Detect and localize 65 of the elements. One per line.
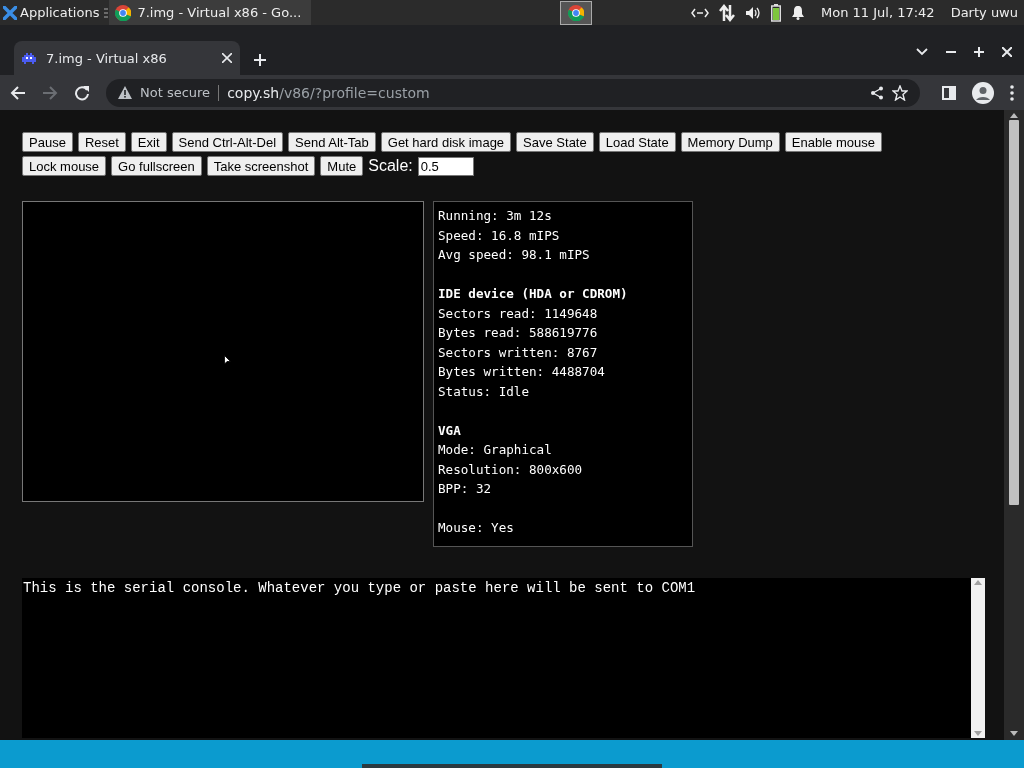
share-icon[interactable] [870, 85, 884, 100]
stats-line: Bytes written: 4488704 [438, 363, 606, 381]
scale-input[interactable]: 0.5 [417, 156, 474, 176]
toolbar-button[interactable]: Memory Dump [680, 132, 780, 152]
stats-line: Sectors read: 1149648 [438, 304, 599, 323]
back-arrow-icon[interactable] [10, 84, 26, 101]
stats-line: Avg speed: 98.1 mIPS [438, 246, 591, 264]
chevron-down-icon[interactable] [916, 48, 928, 56]
stats-heading: VGA [438, 421, 462, 440]
warning-icon [118, 86, 132, 99]
toolbar-button[interactable]: Get hard disk image [380, 132, 512, 152]
volume-icon[interactable] [745, 5, 761, 20]
stats-line: Mode: Graphical [438, 441, 553, 459]
toolbar-button[interactable]: Take screenshot [206, 156, 316, 176]
stats-line: Sectors written: 8767 [438, 343, 599, 362]
toolbar-button[interactable]: Reset [77, 132, 126, 152]
reload-icon[interactable] [74, 84, 90, 101]
stats-line: Running: 3m 12s [438, 207, 553, 225]
toolbar-button[interactable]: Enable mouse [784, 132, 882, 152]
toolbar-button[interactable]: Pause [22, 132, 73, 152]
x-logo-icon [3, 5, 17, 20]
security-label[interactable]: Not secure [140, 85, 211, 100]
taskbar-button[interactable] [560, 0, 593, 25]
transfer-arrows-icon[interactable] [719, 3, 735, 22]
invader-icon [22, 51, 36, 65]
toolbar-button[interactable]: Exit [130, 132, 167, 152]
stats-line: Bytes read: 588619776 [438, 324, 599, 342]
toolbar-button[interactable]: Send Ctrl-Alt-Del [171, 132, 284, 152]
star-icon[interactable] [892, 84, 908, 101]
separator-icon [103, 5, 110, 20]
browser-tab[interactable]: 7.img - Virtual x86 [14, 41, 240, 75]
stats-line: Speed: 16.8 mIPS [438, 226, 561, 245]
browser-logo-icon [568, 4, 585, 21]
taskbar-window-button[interactable]: 7.img - Virtual x86 - Go... [109, 0, 312, 25]
user-name[interactable]: Darty uwu [950, 5, 1018, 20]
scroll-down-icon[interactable] [1010, 731, 1018, 736]
url-text[interactable]: copy.sh/v86/?profile=custom [227, 84, 430, 101]
profile-avatar-icon[interactable] [972, 81, 994, 104]
stats-line: BPP: 32 [438, 480, 493, 498]
tab-close-icon[interactable] [222, 53, 232, 63]
toolbar-button[interactable]: Lock mouse [22, 156, 107, 176]
scale-label: Scale: [368, 157, 413, 175]
address-bar[interactable]: Not secure copy.sh/v86/?profile=custom [106, 78, 920, 107]
stats-line: Resolution: 800x600 [438, 460, 584, 479]
close-icon[interactable] [1002, 47, 1012, 57]
bell-icon[interactable] [791, 5, 805, 20]
stats-heading: IDE device (HDA or CDROM) [438, 285, 629, 303]
side-panel-icon[interactable] [942, 85, 956, 100]
toolbar-button[interactable]: Mute [320, 156, 364, 176]
toolbar-button[interactable]: Save State [516, 132, 594, 152]
scroll-up-icon[interactable] [1010, 113, 1018, 118]
stats-line: Mouse: Yes [438, 519, 515, 537]
scrollbar-thumb[interactable] [1009, 120, 1019, 505]
toolbar-button[interactable]: Load State [598, 132, 676, 152]
new-tab-icon[interactable] [254, 54, 266, 66]
applications-menu[interactable]: Applications [0, 5, 104, 20]
maximize-icon[interactable] [974, 47, 984, 57]
clock[interactable]: Mon 11 Jul, 17:42 [821, 5, 935, 20]
menu-icon[interactable] [1010, 84, 1014, 101]
toolbar-button[interactable]: Send Alt-Tab [288, 132, 376, 152]
toolbar-button[interactable]: Go fullscreen [111, 156, 202, 176]
mouse-cursor-icon [224, 355, 231, 365]
browser-logo-icon [115, 4, 132, 21]
battery-icon[interactable] [771, 3, 781, 22]
stats-line: Status: Idle [438, 382, 530, 401]
